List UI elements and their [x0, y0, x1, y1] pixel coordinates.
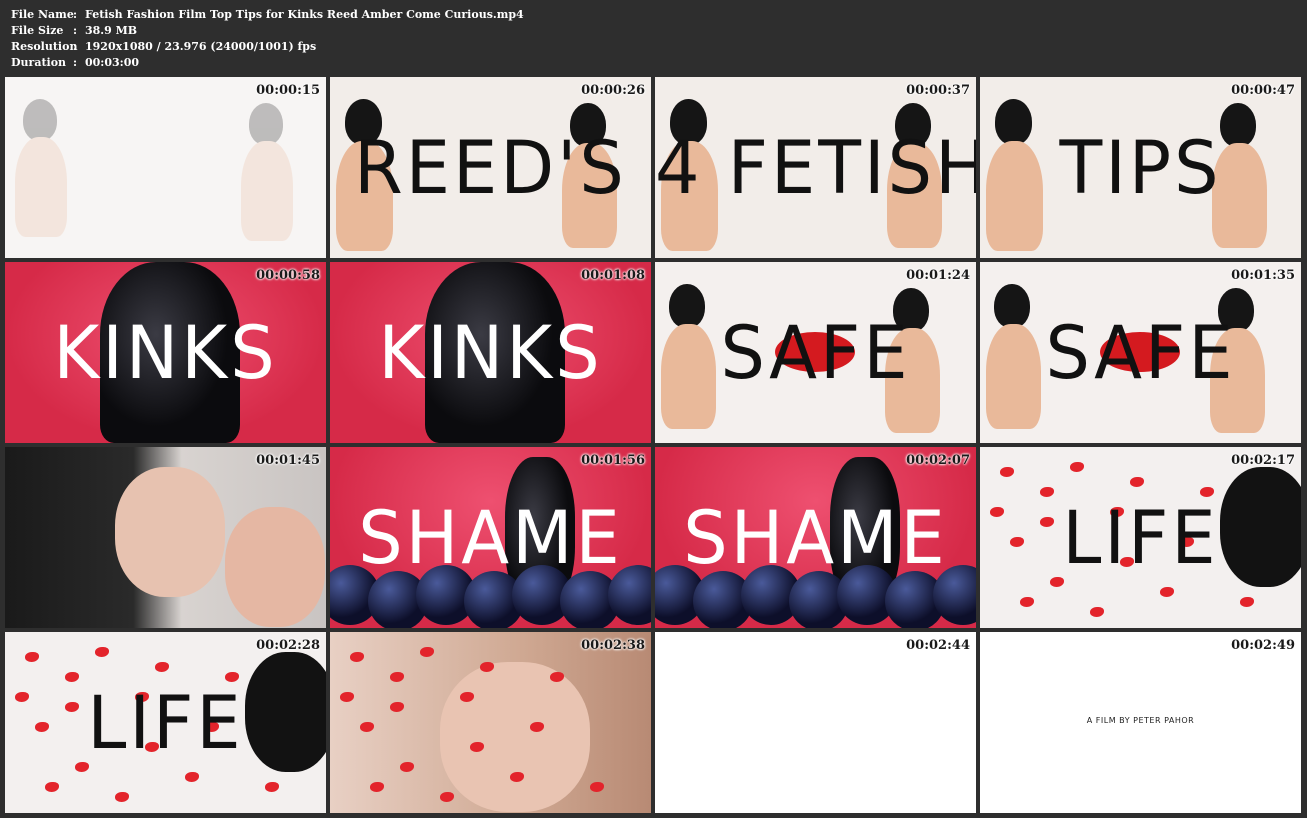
rose-petal: [1000, 467, 1014, 477]
timestamp-label: 00:02:49: [1231, 638, 1295, 653]
info-separator: :: [73, 40, 78, 53]
overlay-title: SAFE: [720, 309, 911, 396]
rose-petal: [185, 772, 199, 782]
overlay-title: REED'S: [354, 124, 627, 211]
video-thumbnail: LIFE 00:02:28: [5, 632, 326, 813]
rose-petal: [440, 792, 454, 802]
mannequin-torso: [15, 137, 67, 237]
rose-petal: [45, 782, 59, 792]
overlay-title: SHAME: [683, 494, 948, 581]
info-key: File Size: [11, 24, 64, 37]
rose-petal: [25, 652, 39, 662]
video-thumbnail: SAFE 00:01:35: [980, 262, 1301, 443]
timestamp-label: 00:01:56: [581, 453, 645, 468]
timestamp-label: 00:01:24: [906, 268, 970, 283]
timestamp-label: 00:00:15: [256, 83, 320, 98]
video-thumbnail: LIFE 00:02:17: [980, 447, 1301, 628]
info-row-duration: Duration : 00:03:00: [11, 55, 524, 71]
info-row-resolution: Resolution : 1920x1080 / 23.976 (24000/1…: [11, 39, 524, 55]
rose-petal: [360, 722, 374, 732]
info-value-file-name: Fetish Fashion Film Top Tips for Kinks R…: [85, 8, 524, 21]
mannequin-head: [23, 99, 57, 141]
timestamp-label: 00:02:28: [256, 638, 320, 653]
rose-petal: [390, 702, 404, 712]
video-thumbnail: TIPS 00:00:47: [980, 77, 1301, 258]
info-row-file-name: File Name : Fetish Fashion Film Top Tips…: [11, 7, 524, 23]
rose-petal: [390, 672, 404, 682]
rose-petal: [115, 792, 129, 802]
rose-petal: [265, 782, 279, 792]
rose-petal: [1070, 462, 1084, 472]
video-thumbnail: KINKS 00:00:58: [5, 262, 326, 443]
info-separator: :: [73, 24, 78, 37]
mannequin-head: [249, 103, 283, 145]
rose-petal: [400, 762, 414, 772]
rose-petal: [155, 662, 169, 672]
overlay-title: KINKS: [378, 309, 603, 396]
info-value-file-size: 38.9 MB: [85, 24, 138, 37]
info-separator: :: [73, 56, 78, 69]
rose-petal: [1090, 607, 1104, 617]
rose-petal: [1160, 587, 1174, 597]
rose-petal: [420, 647, 434, 657]
info-separator: :: [73, 8, 78, 21]
timestamp-label: 00:01:08: [581, 268, 645, 283]
timestamp-label: 00:01:35: [1231, 268, 1295, 283]
rose-petal: [350, 652, 364, 662]
video-thumbnail: 00:02:44: [655, 632, 976, 813]
video-thumbnail: SHAME 00:01:56: [330, 447, 651, 628]
info-key: File Name: [11, 8, 74, 21]
timestamp-label: 00:00:58: [256, 268, 320, 283]
face-shape: [225, 507, 325, 627]
overlay-title: LIFE: [87, 679, 244, 766]
rose-petal: [1020, 597, 1034, 607]
info-key: Duration: [11, 56, 67, 69]
overlay-title: TIPS: [1059, 124, 1222, 211]
timestamp-label: 00:00:26: [581, 83, 645, 98]
timestamp-label: 00:02:38: [581, 638, 645, 653]
overlay-title: LIFE: [1062, 494, 1219, 581]
video-thumbnail: REED'S 00:00:26: [330, 77, 651, 258]
video-thumbnail: 00:01:45: [5, 447, 326, 628]
overlay-title: SAFE: [1045, 309, 1236, 396]
rose-petal: [590, 782, 604, 792]
rose-petal: [340, 692, 354, 702]
mannequin-torso: [241, 141, 293, 241]
video-thumbnail: 00:00:15: [5, 77, 326, 258]
rose-petal: [1130, 477, 1144, 487]
info-key: Resolution: [11, 40, 78, 53]
face-shape: [440, 662, 590, 812]
info-value-resolution: 1920x1080 / 23.976 (24000/1001) fps: [85, 40, 317, 53]
file-info-panel: File Name : Fetish Fashion Film Top Tips…: [11, 7, 524, 71]
timestamp-label: 00:00:47: [1231, 83, 1295, 98]
rose-petal: [370, 782, 384, 792]
thumbnail-grid: 00:00:15 REED'S 00:00:26 4 FETISH 00:00:37 TI…: [5, 77, 1302, 813]
video-thumbnail: SAFE 00:01:24: [655, 262, 976, 443]
timestamp-label: 00:02:07: [906, 453, 970, 468]
timestamp-label: 00:02:17: [1231, 453, 1295, 468]
info-value-duration: 00:03:00: [85, 56, 140, 69]
face-shape: [115, 467, 225, 597]
overlay-title: KINKS: [53, 309, 278, 396]
info-row-file-size: File Size : 38.9 MB: [11, 23, 524, 39]
video-thumbnail: 00:02:38: [330, 632, 651, 813]
video-thumbnail: SHAME 00:02:07: [655, 447, 976, 628]
credit-text: A FILM BY PETER PAHOR: [1086, 716, 1195, 725]
overlay-title: SHAME: [358, 494, 623, 581]
rose-petal: [95, 647, 109, 657]
rose-petal: [1240, 597, 1254, 607]
timestamp-label: 00:01:45: [256, 453, 320, 468]
video-thumbnail: A FILM BY PETER PAHOR 00:02:49: [980, 632, 1301, 813]
overlay-title: 4 FETISH: [655, 124, 976, 211]
timestamp-label: 00:02:44: [906, 638, 970, 653]
video-thumbnail: 4 FETISH 00:00:37: [655, 77, 976, 258]
video-thumbnail: KINKS 00:01:08: [330, 262, 651, 443]
timestamp-label: 00:00:37: [906, 83, 970, 98]
